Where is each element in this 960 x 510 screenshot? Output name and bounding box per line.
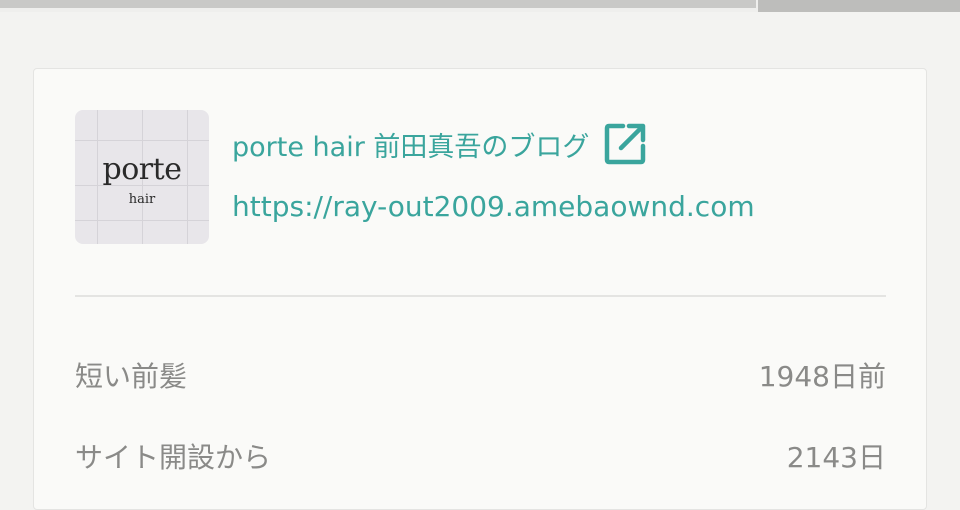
site-title-row: porte hair 前田真吾のブログ xyxy=(232,120,649,168)
thumbnail-logo-subtext: hair xyxy=(128,192,156,207)
top-progress-bar xyxy=(0,0,960,12)
site-thumbnail[interactable]: porte hair xyxy=(75,110,209,244)
stat-row-site-age: サイト開設から 2143日 xyxy=(75,436,886,480)
progress-track-right xyxy=(758,0,960,12)
section-divider xyxy=(75,295,886,297)
stat-label: 短い前髪 xyxy=(75,360,188,393)
site-info-card: porte hair porte hair 前田真吾のブログ https://r… xyxy=(33,68,927,510)
stat-value: 1948日前 xyxy=(758,360,886,393)
progress-fill xyxy=(0,0,756,8)
site-header: porte hair porte hair 前田真吾のブログ https://r… xyxy=(75,110,895,244)
stat-label: サイト開設から xyxy=(75,441,272,474)
site-url-link[interactable]: https://ray-out2009.amebaownd.com xyxy=(232,190,755,223)
thumbnail-logo-text: porte xyxy=(102,152,182,187)
site-title-link[interactable]: porte hair 前田真吾のブログ xyxy=(232,125,589,164)
external-link-icon[interactable] xyxy=(601,120,649,168)
stat-value: 2143日 xyxy=(786,441,886,474)
stat-row-short-bangs: 短い前髪 1948日前 xyxy=(75,355,886,399)
